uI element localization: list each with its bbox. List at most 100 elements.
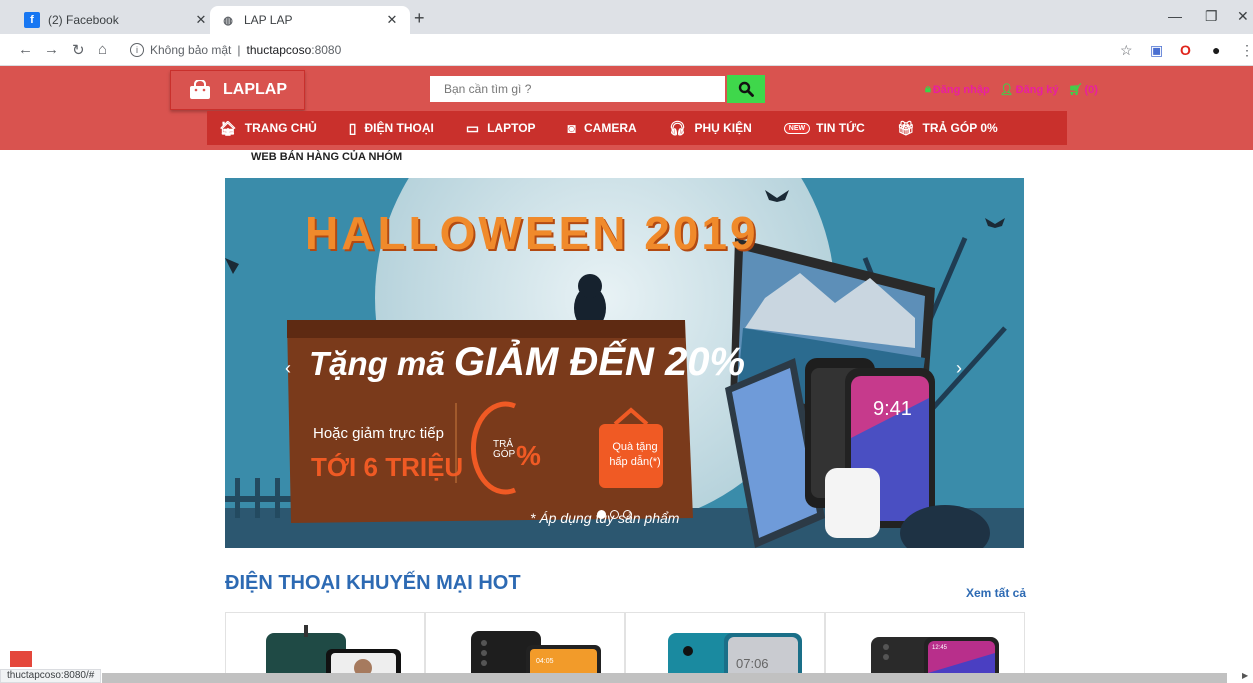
url-port: :8080: [311, 43, 342, 57]
nav-item-phone[interactable]: ▯ ĐIỆN THOẠI: [349, 120, 434, 137]
nav-label: TRANG CHỦ: [244, 121, 317, 135]
carousel-dot[interactable]: [610, 510, 619, 519]
carousel-dot[interactable]: [597, 510, 606, 519]
user-links: 🔒︎ Đăng nhập 👤︎ Đăng ký 🛒︎ (0): [915, 83, 1098, 96]
nav-label: CAMERA: [584, 121, 637, 135]
status-url: thuctapcoso:8080/#: [0, 669, 102, 683]
banner-sub1: Hoặc giảm trực tiếp: [313, 425, 444, 442]
tab-title: LAP LAP: [244, 13, 293, 27]
scroll-right-icon[interactable]: ▶: [1242, 671, 1248, 680]
phone-time: 9:41: [873, 398, 912, 420]
tab-facebook[interactable]: f (2) Facebook ✕: [14, 6, 219, 34]
carousel-prev-icon[interactable]: ‹: [285, 358, 291, 379]
banner-sub2: TỚI 6 TRIỆU: [311, 452, 464, 482]
divider: |: [237, 43, 241, 57]
headphones-icon: 🎧︎: [668, 119, 687, 136]
reload-icon[interactable]: ↻: [72, 41, 85, 59]
search-input[interactable]: [430, 76, 725, 102]
minimize-icon[interactable]: —: [1168, 8, 1182, 24]
product-image: [266, 625, 401, 673]
cart-icon[interactable]: 🛒︎: [1068, 83, 1082, 96]
opera-icon[interactable]: O: [1180, 42, 1191, 58]
tab-laplap[interactable]: ◍ LAP LAP ✕: [210, 6, 410, 34]
laptop-icon: ▭: [465, 119, 480, 136]
nav-item-accessories[interactable]: 🎧︎ PHỤ KIỆN: [669, 120, 752, 137]
promo-big: GIẢM ĐẾN 20%: [453, 340, 746, 384]
nav-label: ĐIỆN THOẠI: [364, 121, 434, 135]
close-tab-icon[interactable]: ✕: [384, 12, 400, 28]
screen-time: 07:06: [736, 656, 769, 671]
back-icon[interactable]: ←: [18, 41, 33, 58]
address-bar: ← → ↻ ⌂ i Không bảo mật | thuctapcoso:80…: [0, 34, 1253, 66]
main-nav: 🏠︎ TRANG CHỦ ▯ ĐIỆN THOẠI ▭ LAPTOP ◙ CAM…: [207, 111, 1067, 145]
gift-icon: 🎁︎: [896, 119, 915, 136]
star-icon[interactable]: ☆: [1120, 42, 1133, 59]
profile-icon[interactable]: ●: [1212, 42, 1220, 58]
site-logo[interactable]: LAPLAP: [170, 70, 305, 110]
new-badge: NEW: [783, 122, 811, 134]
menu-icon[interactable]: ⋮: [1240, 42, 1253, 59]
nav-item-home[interactable]: 🏠︎ TRANG CHỦ: [219, 120, 317, 137]
promo-banner[interactable]: HALLOWEEN 2019 Tặng mã GIẢM ĐẾN 20% Hoặc…: [225, 178, 1024, 548]
restore-icon[interactable]: ❐: [1205, 8, 1218, 25]
window-close-icon[interactable]: ✕: [1237, 8, 1249, 25]
nav-label: TIN TỨC: [816, 121, 865, 135]
search-button[interactable]: [727, 75, 765, 103]
product-card[interactable]: 07:06: [625, 612, 825, 674]
facebook-icon: f: [24, 12, 40, 28]
phone-icon: ▯: [348, 119, 357, 136]
installment-label: TRẢ GÓP: [493, 440, 515, 460]
gift-label: Quà tặng hấp dẫn(*): [605, 440, 665, 470]
login-link[interactable]: Đăng nhập: [933, 84, 990, 96]
product-card[interactable]: [225, 612, 425, 674]
page-subtitle: WEB BÁN HÀNG CỦA NHÓM: [251, 151, 403, 163]
see-all-link[interactable]: Xem tất cả: [966, 586, 1026, 600]
banner-title: HALLOWEEN 2019: [305, 207, 759, 259]
close-tab-icon[interactable]: ✕: [193, 12, 209, 28]
info-icon[interactable]: i: [130, 43, 144, 57]
tab-title: (2) Facebook: [48, 13, 119, 27]
nav-item-camera[interactable]: ◙ CAMERA: [568, 120, 637, 136]
nav-item-laptop[interactable]: ▭ LAPTOP: [466, 120, 536, 137]
nav-item-installment[interactable]: 🎁︎ TRẢ GÓP 0%: [897, 120, 998, 137]
register-link[interactable]: Đăng ký: [1016, 84, 1059, 96]
installment-percent: %: [516, 440, 541, 471]
camera-icon: ◙: [567, 120, 576, 136]
product-card[interactable]: 04:05: [425, 612, 625, 674]
home-browser-icon[interactable]: ⌂: [98, 41, 107, 58]
product-card[interactable]: 12:45: [825, 612, 1025, 674]
globe-icon: ◍: [223, 14, 233, 27]
translate-icon[interactable]: ▣: [1150, 42, 1163, 59]
url-host: thuctapcoso: [246, 43, 312, 57]
new-tab-button[interactable]: +: [414, 8, 425, 29]
screen-time: 04:05: [536, 658, 554, 665]
promo-prefix: Tặng mã: [309, 345, 454, 382]
user-icon: 👤︎: [999, 84, 1014, 96]
nav-label: PHỤ KIỆN: [694, 121, 752, 135]
product-list: 04:05 07:06 12:45: [225, 612, 1025, 674]
search-icon: [738, 81, 754, 97]
section-title: ĐIỆN THOẠI KHUYẾN MẠI HOT: [225, 572, 521, 594]
gift-line1: Quà tặng: [612, 441, 658, 453]
security-label: Không bảo mật: [150, 43, 232, 57]
nav-label: LAPTOP: [487, 121, 536, 135]
product-image: 04:05: [471, 631, 601, 673]
extension-icon[interactable]: [10, 651, 32, 667]
url-field[interactable]: i Không bảo mật | thuctapcoso:8080: [120, 39, 1120, 61]
carousel-dots: [597, 510, 632, 519]
forward-icon[interactable]: →: [44, 41, 59, 58]
carousel-next-icon[interactable]: ›: [956, 358, 962, 379]
gift-line2: hấp dẫn(*): [609, 456, 661, 468]
screen-time: 12:45: [932, 645, 948, 651]
installment-line2: GÓP: [493, 449, 516, 460]
home-icon: 🏠︎: [219, 119, 237, 136]
product-image: 12:45: [871, 637, 999, 673]
nav-item-news[interactable]: NEW TIN TỨC: [783, 121, 865, 135]
carousel-dot[interactable]: [623, 510, 632, 519]
cart-count[interactable]: (0): [1084, 84, 1097, 96]
logo-text: LAPLAP: [223, 81, 287, 98]
banner-promo: Tặng mã GIẢM ĐẾN 20%: [309, 340, 745, 385]
shopping-bag-icon: [189, 79, 211, 100]
product-image: 07:06: [668, 633, 802, 673]
horizontal-scrollbar[interactable]: [102, 673, 1227, 683]
